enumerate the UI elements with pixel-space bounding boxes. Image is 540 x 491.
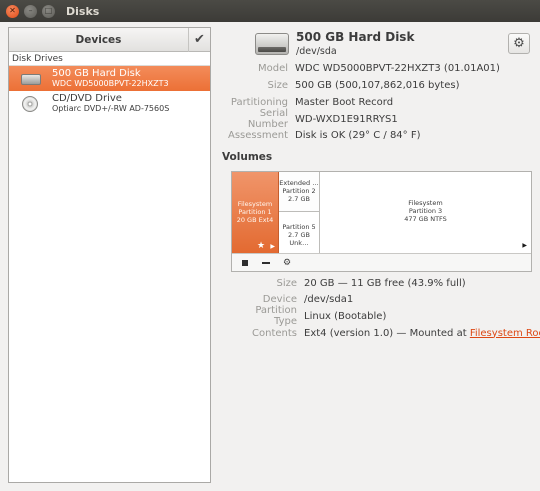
info-label: Partition Type bbox=[255, 305, 297, 327]
info-label: Size bbox=[276, 277, 297, 289]
sidebar-item-hard-disk[interactable]: 500 GB Hard Disk WDC WD5000BPVT-22HXZT3 bbox=[9, 66, 210, 91]
disk-device-path: /dev/sda bbox=[296, 46, 337, 57]
delete-partition-button[interactable] bbox=[257, 255, 275, 271]
unmount-button[interactable] bbox=[236, 255, 254, 271]
volume-label: Filesystem bbox=[408, 199, 443, 207]
info-label: Size bbox=[267, 79, 288, 91]
volume-label: Partition 2 bbox=[282, 187, 316, 195]
devices-sidebar: Devices ✔ Disk Drives 500 GB Hard Disk W… bbox=[8, 27, 211, 483]
minimize-window-button[interactable]: – bbox=[24, 4, 37, 18]
volumes-toolbar: ⚙ bbox=[232, 253, 531, 271]
minimize-icon: – bbox=[28, 6, 33, 15]
info-value: /dev/sda1 bbox=[304, 293, 354, 305]
mounted-play-icon: ▶ bbox=[270, 243, 275, 250]
volume-partition-3[interactable]: Filesystem Partition 3 477 GB NTFS ▶ bbox=[320, 172, 531, 253]
contents-text: Ext4 (version 1.0) — Mounted at bbox=[304, 327, 470, 339]
volume-size-row: Size 20 GB — 11 GB free (43.9% full) bbox=[231, 275, 540, 291]
volume-contents-row: Contents Ext4 (version 1.0) — Mounted at… bbox=[231, 325, 540, 341]
window-title: Disks bbox=[66, 4, 100, 18]
window-titlebar: ✕ – □ Disks bbox=[0, 0, 540, 22]
info-value: WDC WD5000BPVT-22HXZT3 (01.01A01) bbox=[295, 62, 500, 74]
gear-icon: ⚙ bbox=[513, 36, 525, 51]
info-label: Partitioning bbox=[230, 96, 288, 108]
close-icon: ✕ bbox=[9, 6, 16, 15]
stop-icon bbox=[242, 259, 248, 266]
volume-label: 477 GB NTFS bbox=[404, 215, 447, 223]
volume-extended-partition-2[interactable]: Extended … Partition 2 2.7 GB bbox=[279, 172, 319, 212]
devices-heading: Devices bbox=[75, 33, 122, 46]
disk-title: 500 GB Hard Disk bbox=[296, 30, 415, 44]
volumes-heading: Volumes bbox=[222, 151, 273, 163]
drive-model: WDC WD5000BPVT-22HXZT3 bbox=[52, 78, 169, 88]
optical-drive-icon bbox=[21, 95, 43, 113]
info-label: Device bbox=[262, 293, 297, 305]
hard-disk-icon bbox=[21, 70, 43, 88]
disk-size-row: Size 500 GB (500,107,862,016 bytes) bbox=[222, 77, 532, 93]
drive-name: CD/DVD Drive bbox=[52, 92, 122, 104]
minus-icon bbox=[262, 261, 270, 264]
volume-partition-1[interactable]: Filesystem Partition 1 20 GB Ext4 ★ ▶ bbox=[232, 172, 279, 253]
sidebar-item-cd-dvd-drive[interactable]: CD/DVD Drive Optiarc DVD+/-RW AD-7560S bbox=[9, 91, 210, 116]
gears-icon: ⚙ bbox=[282, 257, 292, 268]
maximize-window-button[interactable]: □ bbox=[42, 4, 55, 18]
play-icon: ▶ bbox=[522, 242, 527, 249]
volume-label: 2.7 GB bbox=[288, 195, 310, 203]
info-label: Contents bbox=[252, 327, 297, 339]
info-value: 20 GB — 11 GB free (43.9% full) bbox=[304, 277, 466, 289]
more-actions-button[interactable]: ⚙ bbox=[278, 255, 296, 271]
info-label: Model bbox=[257, 62, 288, 74]
close-window-button[interactable]: ✕ bbox=[6, 4, 19, 18]
info-value: Linux (Bootable) bbox=[304, 310, 387, 322]
info-value: 500 GB (500,107,862,016 bytes) bbox=[295, 79, 460, 91]
hard-disk-icon bbox=[255, 33, 289, 55]
disk-model-row: Model WDC WD5000BPVT-22HXZT3 (01.01A01) bbox=[222, 60, 532, 76]
volume-graph: Filesystem Partition 1 20 GB Ext4 ★ ▶ Ex… bbox=[232, 172, 531, 253]
volume-extended-group: Extended … Partition 2 2.7 GB Partition … bbox=[279, 172, 320, 253]
drive-model: Optiarc DVD+/-RW AD-7560S bbox=[52, 103, 170, 113]
disk-assessment-row: Assessment Disk is OK (29° C / 84° F) bbox=[222, 127, 532, 143]
info-label: Assessment bbox=[228, 129, 288, 141]
info-value: Disk is OK (29° C / 84° F) bbox=[295, 129, 421, 141]
volume-label: Filesystem bbox=[237, 200, 273, 208]
volumes-map: Filesystem Partition 1 20 GB Ext4 ★ ▶ Ex… bbox=[231, 171, 532, 272]
filesystem-root-link[interactable]: Filesystem Root bbox=[470, 328, 540, 339]
check-icon: ✔ bbox=[194, 32, 205, 47]
volume-label: Extended … bbox=[279, 179, 319, 187]
volume-label: Partition 3 bbox=[408, 207, 443, 215]
volume-label: Partition 1 bbox=[238, 208, 272, 216]
disk-drives-group-label: Disk Drives bbox=[9, 52, 210, 66]
disk-settings-button[interactable]: ⚙ bbox=[508, 33, 530, 54]
info-value: Master Boot Record bbox=[295, 96, 394, 108]
volume-label: 2.7 GB Unk… bbox=[288, 231, 310, 247]
volume-partition-5[interactable]: Partition 5 2.7 GB Unk… bbox=[279, 212, 319, 253]
drive-name: 500 GB Hard Disk bbox=[52, 67, 141, 79]
volume-label: Partition 5 bbox=[282, 223, 316, 231]
info-value: WD-WXD1E91RRYS1 bbox=[295, 113, 398, 125]
info-value: Ext4 (version 1.0) — Mounted at Filesyst… bbox=[304, 328, 540, 339]
sidebar-header: Devices ✔ bbox=[9, 27, 210, 52]
maximize-icon: □ bbox=[44, 6, 53, 15]
volume-label: 20 GB Ext4 bbox=[236, 216, 274, 224]
volume-partition-type-row: Partition Type Linux (Bootable) bbox=[231, 305, 540, 327]
select-mode-button[interactable]: ✔ bbox=[188, 27, 210, 52]
bootable-star-icon: ★ bbox=[257, 241, 266, 251]
disk-serial-row: Serial Number WD-WXD1E91RRYS1 bbox=[222, 108, 532, 130]
